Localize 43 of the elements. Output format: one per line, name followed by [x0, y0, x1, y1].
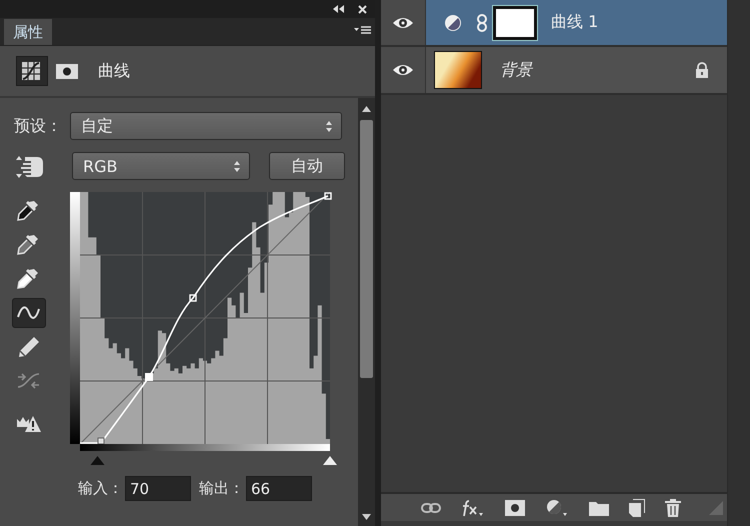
tool-button[interactable] — [12, 298, 46, 328]
properties-tab[interactable]: 属性 — [4, 19, 52, 45]
photo-placeholder[interactable] — [434, 51, 482, 89]
folder-icon[interactable] — [589, 500, 609, 516]
close-icon[interactable] — [358, 4, 367, 14]
layer-row[interactable]: 曲线 1 — [381, 0, 727, 47]
curve-point[interactable] — [98, 438, 104, 444]
adjustment-icon[interactable] — [545, 498, 569, 517]
mode-button[interactable] — [16, 56, 48, 86]
panel-menu-icon[interactable] — [354, 26, 371, 36]
output-field[interactable]: 66 — [246, 476, 312, 501]
panel-title: 曲线 — [98, 60, 130, 82]
layer-name: 曲线 1 — [551, 12, 598, 33]
collapse-icon[interactable] — [333, 5, 344, 13]
resize-grip-icon[interactable] — [709, 500, 723, 514]
preset-label: 预设： — [14, 116, 63, 136]
input-slider-handle[interactable] — [323, 456, 337, 465]
scrollbar[interactable] — [727, 0, 750, 526]
output-label: 输出： — [199, 479, 244, 498]
mask-icon[interactable] — [505, 500, 525, 516]
input-label: 输入： — [78, 479, 123, 498]
eye-icon[interactable] — [392, 62, 414, 78]
scrollbar-thumb[interactable] — [360, 120, 373, 378]
input-slider-handle[interactable] — [90, 456, 104, 465]
input-field[interactable]: 70 — [125, 476, 191, 501]
pencil-icon — [16, 335, 42, 359]
dropdown-arrows-icon — [233, 160, 241, 172]
scroll-down-icon[interactable] — [362, 514, 371, 520]
layer-row[interactable]: 背景 — [381, 47, 727, 95]
channel-dropdown[interactable]: RGB — [72, 152, 250, 180]
fx-icon[interactable] — [461, 498, 485, 516]
preset-dropdown[interactable]: 自定 — [70, 112, 342, 140]
link-icon[interactable] — [421, 502, 441, 512]
adjustment-icon — [444, 14, 462, 32]
trash-icon[interactable] — [665, 498, 681, 516]
scroll-up-icon[interactable] — [362, 106, 371, 112]
new-layer-icon[interactable] — [629, 498, 645, 516]
mask-thumbnail[interactable] — [493, 6, 537, 40]
chain-icon[interactable] — [477, 14, 487, 32]
layer-name: 背景 — [500, 60, 532, 80]
auto-button[interactable]: 自动 — [269, 152, 345, 180]
dropdown-arrows-icon — [325, 120, 333, 132]
scrollbar[interactable] — [358, 98, 375, 526]
